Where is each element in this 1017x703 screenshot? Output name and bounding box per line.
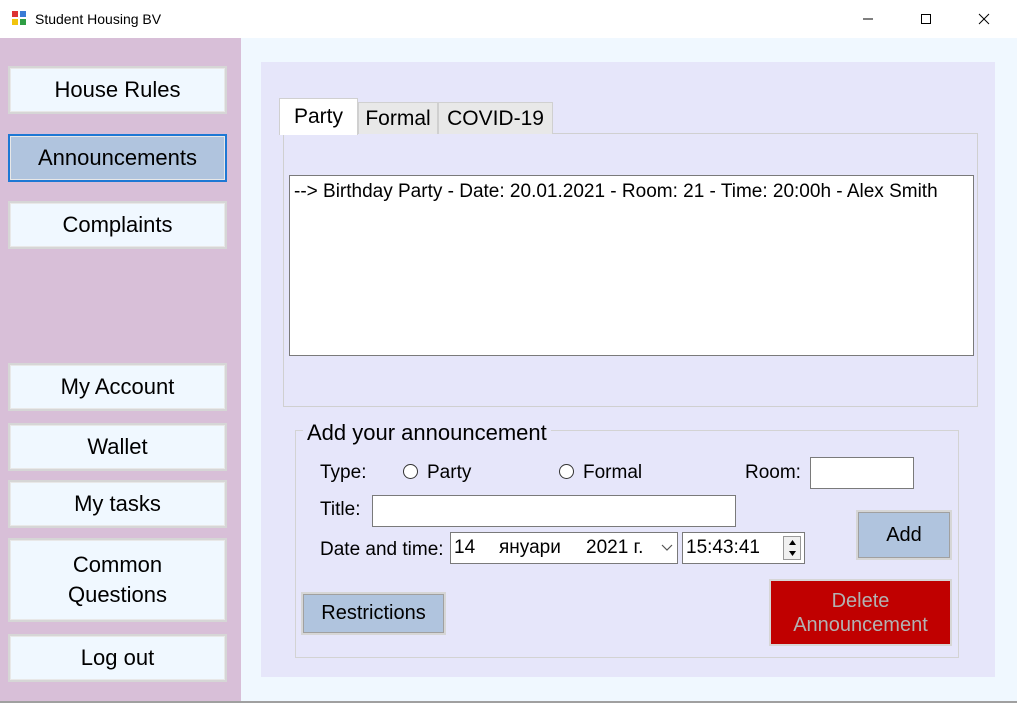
radio-formal-label[interactable]: Formal xyxy=(583,462,642,484)
sidebar-item-log-out[interactable]: Log out xyxy=(8,634,227,682)
sidebar-item-my-tasks[interactable]: My tasks xyxy=(8,480,227,528)
maximize-button[interactable] xyxy=(897,0,955,38)
time-spinner[interactable] xyxy=(783,536,801,560)
type-label: Type: xyxy=(320,462,367,483)
date-day: 14 xyxy=(454,537,476,558)
title-input[interactable] xyxy=(372,495,736,527)
tab-covid-19[interactable]: COVID-19 xyxy=(438,102,553,134)
add-button[interactable]: Add xyxy=(856,510,952,560)
sidebar-item-announcements[interactable]: Announcements xyxy=(8,134,227,182)
tab-formal[interactable]: Formal xyxy=(358,102,438,134)
sidebar-item-common-questions[interactable]: Common Questions xyxy=(8,538,227,622)
tab-party[interactable]: Party xyxy=(279,98,358,135)
list-item[interactable]: --> Birthday Party - Date: 20.01.2021 - … xyxy=(294,179,969,205)
time-value: 15:43:41 xyxy=(686,537,760,558)
sidebar-item-wallet[interactable]: Wallet xyxy=(8,423,227,471)
sidebar-item-house-rules[interactable]: House Rules xyxy=(8,66,227,114)
spin-down-icon[interactable] xyxy=(788,550,797,557)
minimize-icon xyxy=(863,18,873,20)
radio-party[interactable] xyxy=(403,464,418,479)
restrictions-button[interactable]: Restrictions xyxy=(301,592,446,635)
room-input[interactable] xyxy=(810,457,914,489)
radio-party-label[interactable]: Party xyxy=(427,462,471,484)
chevron-down-icon[interactable] xyxy=(661,544,673,552)
maximize-icon xyxy=(921,14,931,24)
spin-up-icon[interactable] xyxy=(788,539,797,546)
announcements-list[interactable]: --> Birthday Party - Date: 20.01.2021 - … xyxy=(289,175,974,356)
date-picker[interactable]: 14 януари 2021 г. xyxy=(450,532,678,564)
time-picker[interactable]: 15:43:41 xyxy=(682,532,805,564)
close-button[interactable] xyxy=(955,0,1013,38)
radio-formal[interactable] xyxy=(559,464,574,479)
sidebar-item-my-account[interactable]: My Account xyxy=(8,363,227,411)
window-title: Student Housing BV xyxy=(35,11,162,27)
group-title: Add your announcement xyxy=(303,420,551,446)
date-month: януари xyxy=(499,537,561,558)
sidebar-item-complaints[interactable]: Complaints xyxy=(8,201,227,249)
datetime-label: Date and time: xyxy=(320,539,444,560)
title-label: Title: xyxy=(320,499,361,520)
date-year: 2021 г. xyxy=(586,537,644,558)
app-icon xyxy=(12,11,26,25)
room-label: Room: xyxy=(745,462,801,483)
minimize-button[interactable] xyxy=(839,0,897,38)
close-icon xyxy=(978,13,990,25)
delete-announcement-button[interactable]: Delete Announcement xyxy=(769,579,952,646)
